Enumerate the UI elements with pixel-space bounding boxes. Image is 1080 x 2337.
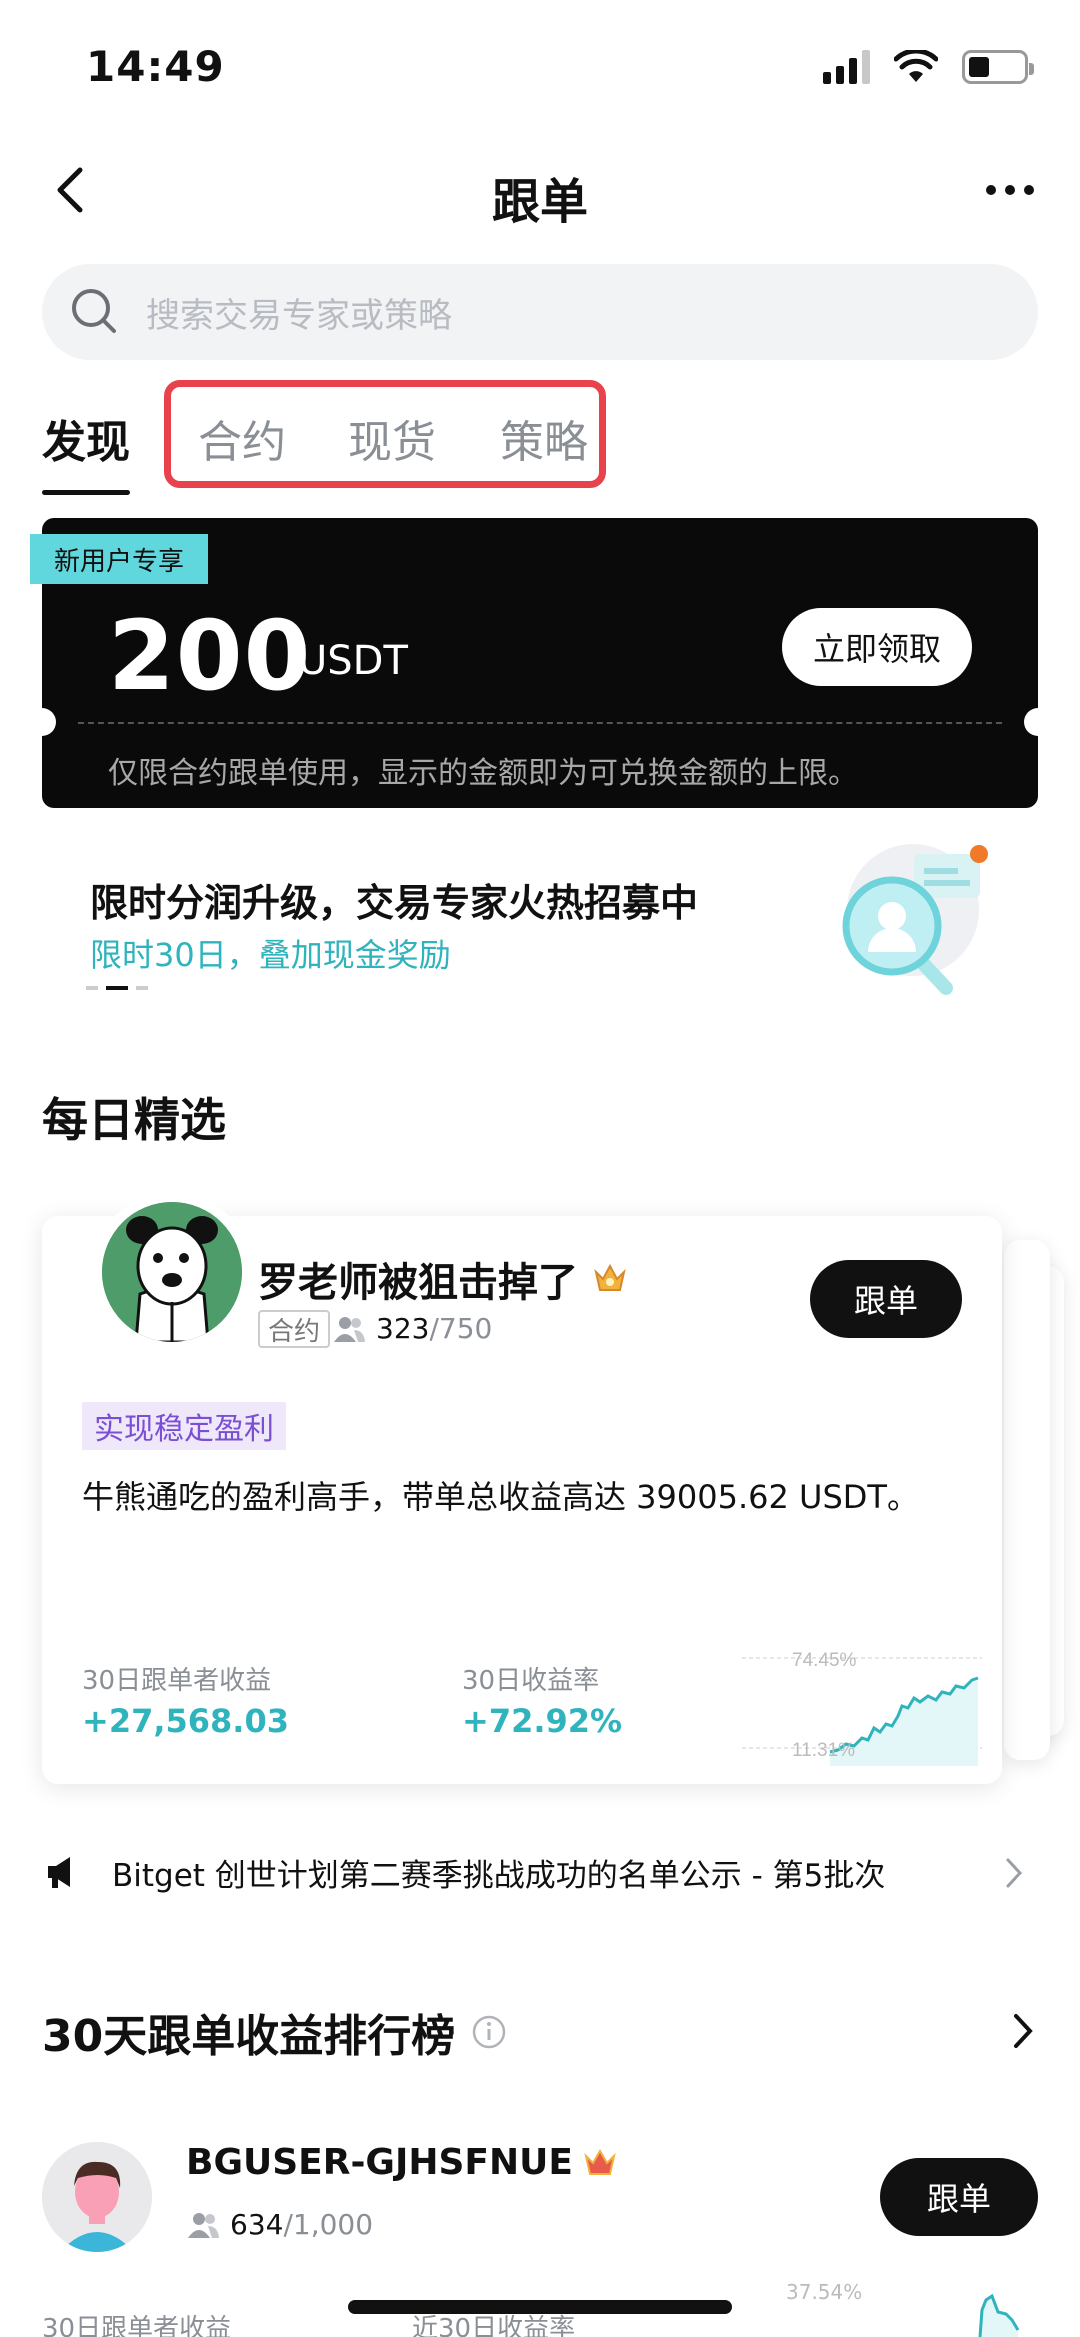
tab-active-indicator — [42, 490, 130, 495]
roi-sparkline: 74.45% 11.31% — [742, 1650, 982, 1766]
avatar[interactable] — [102, 1202, 242, 1342]
followers-icon — [334, 1316, 365, 1342]
crown-badge-icon — [584, 2148, 616, 2175]
highlight-box — [164, 380, 606, 488]
search-placeholder: 搜索交易专家或策略 — [146, 295, 452, 336]
megaphone-icon — [48, 1857, 70, 1888]
user-avatar-icon — [42, 2142, 152, 2252]
promo-amount: 200 — [108, 600, 312, 712]
followers-current: 634 — [230, 2208, 284, 2241]
promo-card[interactable]: 新用户专享 200 USDT 立即领取 仅限合约跟单使用，显示的金额即为可兑换金… — [28, 518, 1052, 808]
leaderboard-trader-name-text: BGUSER-GJHSFNUE — [186, 2142, 573, 2183]
page-title: 跟单 — [491, 174, 588, 230]
promo-unit: USDT — [298, 638, 408, 684]
promo-note: 仅限合约跟单使用，显示的金额即为可兑换金额的上限。 — [108, 756, 858, 791]
announcement-bar[interactable]: Bitget 创世计划第二赛季挑战成功的名单公示 - 第5批次 — [42, 1840, 1038, 1904]
ticket-notch — [28, 708, 56, 736]
leaderboard-trader-name[interactable]: BGUSER-GJHSFNUE — [186, 2142, 617, 2183]
carousel-dots — [86, 986, 148, 990]
followers-current: 323 — [376, 1312, 430, 1345]
banner-subtitle: 限时30日，叠加现金奖励 — [90, 936, 451, 974]
panda-dog-avatar-icon — [102, 1202, 242, 1342]
ticket-notch — [1024, 708, 1052, 736]
crown-badge-icon — [594, 1263, 626, 1291]
trader-name-text: 罗老师被狙击掉了 — [258, 1260, 578, 1306]
search-input[interactable]: 搜索交易专家或策略 — [42, 264, 1038, 360]
tab-discover[interactable]: 发现 — [42, 406, 130, 470]
copier-profit-value: +27,568.03 — [82, 1702, 289, 1740]
status-icons — [823, 50, 1034, 84]
wifi-icon — [894, 50, 938, 82]
banner-title: 限时分润升级，交易专家火热招募中 — [90, 881, 699, 925]
roi-sparkline — [978, 2293, 1020, 2337]
avatar-frame — [92, 1192, 252, 1352]
announcement-text: Bitget 创世计划第二赛季挑战成功的名单公示 - 第5批次 — [112, 1857, 886, 1894]
claim-button[interactable]: 立即领取 — [782, 608, 972, 686]
spark-min-label: 11.31% — [792, 1740, 855, 1761]
more-icon[interactable] — [980, 170, 1040, 210]
leaderboard-title: 30天跟单收益排行榜 — [42, 2000, 507, 2064]
spark-max-label: 37.54% — [786, 2280, 863, 2304]
followers-max: /1,000 — [283, 2208, 374, 2241]
tab-bar: 发现 合约 现货 策略 — [42, 380, 1042, 500]
follower-count: 323/750 — [332, 1312, 492, 1345]
followers-icon — [188, 2212, 219, 2238]
contract-type-badge: 合约 — [258, 1310, 331, 1348]
search-icon — [72, 289, 116, 333]
trader-tag: 实现稳定盈利 — [82, 1402, 286, 1450]
chevron-right-icon — [1006, 1858, 1023, 1888]
home-indicator — [348, 2300, 732, 2314]
roi-label: 30日收益率 — [462, 1666, 600, 1696]
battery-icon — [962, 50, 1034, 84]
promo-badge: 新用户专享 — [30, 534, 209, 584]
daily-picks-title: 每日精选 — [42, 1093, 226, 1147]
trader-description: 牛熊通吃的盈利高手，带单总收益高达 39005.62 USDT。 — [82, 1478, 919, 1516]
status-bar: 14:49 — [0, 0, 1080, 140]
leaderboard-chevron-icon[interactable] — [1008, 2010, 1038, 2052]
avatar[interactable] — [42, 2142, 152, 2252]
nav-bar: 跟单 — [0, 140, 1080, 250]
recruit-magnifier-icon — [842, 844, 988, 995]
status-time: 14:49 — [86, 42, 225, 91]
trader-card[interactable]: 罗老师被狙击掉了 合约 323/750 跟单 实现稳定盈利 牛熊通吃的盈利高手，… — [42, 1192, 1002, 1784]
leaderboard-title-text: 30天跟单收益排行榜 — [42, 2011, 456, 2062]
roi-value: +72.92% — [462, 1702, 623, 1740]
cellular-signal-icon — [823, 50, 870, 84]
copy-trade-button[interactable]: 跟单 — [810, 1260, 962, 1338]
trader-name[interactable]: 罗老师被狙击掉了 — [258, 1250, 628, 1308]
copier-profit-label: 30日跟单者收益 — [82, 1666, 272, 1696]
info-icon[interactable] — [471, 2014, 507, 2050]
card-stack-back — [1004, 1240, 1050, 1760]
recruit-banner[interactable]: 限时分润升级，交易专家火热招募中 限时30日，叠加现金奖励 — [42, 830, 1038, 1020]
spark-max-label: 74.45% — [792, 1650, 857, 1671]
copy-trade-button[interactable]: 跟单 — [880, 2158, 1038, 2236]
divider — [78, 722, 1002, 724]
follower-count: 634/1,000 — [186, 2208, 373, 2241]
copier-profit-label: 30日跟单者收益 — [42, 2314, 232, 2337]
followers-max: /750 — [429, 1312, 493, 1345]
